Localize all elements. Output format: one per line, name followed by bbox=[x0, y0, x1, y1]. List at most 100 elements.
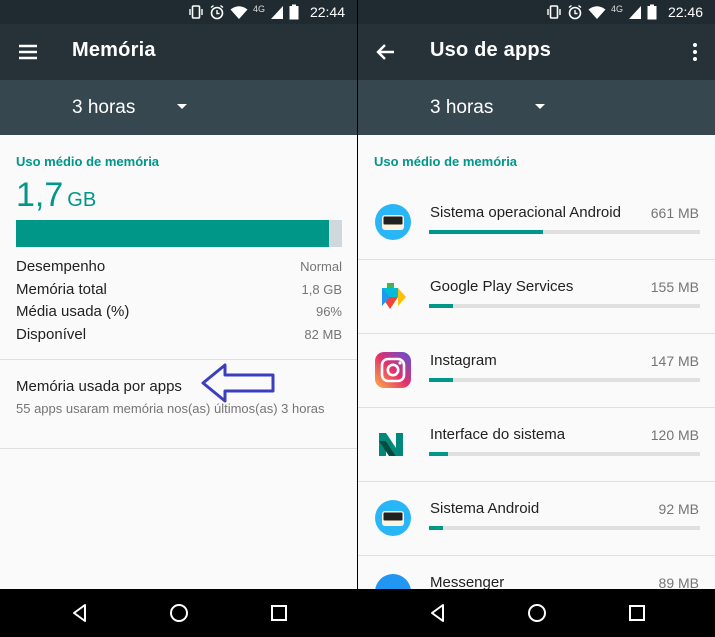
android-os-icon bbox=[375, 204, 411, 240]
app-name: Interface do sistema bbox=[430, 426, 566, 443]
stat-label: Desempenho bbox=[16, 258, 106, 275]
status-time: 22:44 bbox=[309, 4, 345, 20]
apps-link-title: Memória usada por apps bbox=[16, 378, 182, 395]
stat-row-performance: Desempenho Normal bbox=[16, 258, 342, 281]
memory-stats: Desempenho Normal Memória total 1,8 GB M… bbox=[16, 258, 342, 348]
system-nav-bar bbox=[358, 589, 715, 637]
menu-icon[interactable] bbox=[14, 38, 42, 66]
average-memory-number: 1,7 bbox=[16, 176, 64, 214]
app-size: 147 MB bbox=[650, 353, 699, 369]
section-title: Uso médio de memória bbox=[16, 154, 160, 169]
memory-used-by-apps-item[interactable]: Memória usada por apps 55 apps usaram me… bbox=[0, 360, 357, 449]
wifi-icon bbox=[230, 5, 248, 19]
app-name: Sistema operacional Android bbox=[430, 204, 621, 221]
memory-usage-bar bbox=[16, 220, 342, 247]
app-usage-fill bbox=[429, 452, 448, 456]
app-row-instagram[interactable]: Instagram 147 MB bbox=[358, 334, 715, 408]
recents-nav-icon[interactable] bbox=[625, 601, 649, 625]
app-toolbar: Memória bbox=[0, 24, 357, 80]
dropdown-caret-icon bbox=[535, 104, 545, 109]
back-nav-icon[interactable] bbox=[426, 601, 450, 625]
stat-value: 1,8 GB bbox=[301, 281, 342, 297]
app-usage-bar bbox=[429, 304, 700, 308]
period-selector-value: 3 horas bbox=[72, 97, 136, 118]
average-memory-unit: GB bbox=[67, 189, 97, 211]
stat-row-total: Memória total 1,8 GB bbox=[16, 281, 342, 304]
app-usage-screen: 4G 22:46 Uso de apps 3 horas Uso médio d… bbox=[358, 0, 715, 637]
app-usage-fill bbox=[429, 526, 443, 530]
app-row-system-ui[interactable]: Interface do sistema 120 MB bbox=[358, 408, 715, 482]
page-title: Memória bbox=[72, 39, 156, 61]
back-nav-icon[interactable] bbox=[68, 601, 92, 625]
stat-value: 82 MB bbox=[304, 326, 342, 342]
stat-value: Normal bbox=[300, 259, 342, 274]
back-arrow-icon[interactable] bbox=[372, 38, 400, 66]
status-bar: 4G 22:46 bbox=[358, 0, 715, 24]
app-row-google-play-services[interactable]: Google Play Services 155 MB bbox=[358, 260, 715, 334]
signal-icon bbox=[270, 5, 283, 19]
divider bbox=[0, 448, 357, 449]
app-size: 120 MB bbox=[650, 427, 699, 443]
period-selector[interactable]: 3 horas bbox=[0, 80, 357, 135]
app-size: 661 MB bbox=[650, 205, 699, 221]
network-type-label: 4G bbox=[610, 4, 623, 14]
app-usage-list: Uso médio de memória Sistema operacional… bbox=[358, 135, 715, 589]
alarm-icon bbox=[210, 4, 224, 20]
app-size: 92 MB bbox=[658, 501, 699, 517]
stat-row-available: Disponível 82 MB bbox=[16, 326, 342, 349]
app-usage-fill bbox=[429, 230, 543, 234]
stat-value: 96% bbox=[315, 304, 342, 319]
stat-label: Média usada (%) bbox=[16, 303, 130, 320]
memory-usage-fill bbox=[16, 220, 329, 247]
app-toolbar: Uso de apps bbox=[358, 24, 715, 80]
network-type-label: 4G bbox=[252, 4, 265, 14]
app-size: 155 MB bbox=[650, 279, 699, 295]
app-usage-bar bbox=[429, 230, 700, 234]
app-usage-bar bbox=[429, 526, 700, 530]
recents-nav-icon[interactable] bbox=[267, 601, 291, 625]
page-title: Uso de apps bbox=[430, 39, 552, 61]
app-name: Messenger bbox=[430, 574, 505, 589]
period-selector-value: 3 horas bbox=[430, 97, 494, 118]
apps-link-subtitle: 55 apps usaram memória nos(as) últimos(a… bbox=[16, 401, 325, 416]
average-memory-value: 1,7 GB bbox=[16, 176, 96, 215]
alarm-icon bbox=[568, 4, 582, 20]
stat-row-average-used: Média usada (%) 96% bbox=[16, 303, 342, 326]
home-nav-icon[interactable] bbox=[525, 601, 549, 625]
stat-label: Disponível bbox=[16, 325, 87, 343]
app-row-android-system[interactable]: Sistema Android 92 MB bbox=[358, 482, 715, 556]
app-name: Sistema Android bbox=[430, 500, 540, 517]
battery-icon bbox=[289, 4, 299, 20]
app-name: Instagram bbox=[430, 352, 497, 369]
app-usage-fill bbox=[429, 378, 454, 382]
section-title: Uso médio de memória bbox=[374, 154, 518, 169]
messenger-icon bbox=[375, 574, 411, 589]
period-selector[interactable]: 3 horas bbox=[358, 80, 715, 135]
play-services-icon bbox=[382, 283, 406, 309]
pointer-arrow-icon bbox=[201, 363, 275, 403]
more-options-icon[interactable] bbox=[683, 40, 707, 64]
signal-icon bbox=[628, 5, 641, 19]
stat-label: Memória total bbox=[16, 280, 107, 298]
dropdown-caret-icon bbox=[177, 104, 187, 109]
app-name: Google Play Services bbox=[430, 278, 574, 295]
instagram-icon bbox=[375, 352, 411, 388]
app-row-messenger[interactable]: Messenger 89 MB bbox=[358, 556, 715, 589]
system-ui-icon bbox=[379, 433, 403, 456]
app-row-android-os[interactable]: Sistema operacional Android 661 MB bbox=[358, 186, 715, 260]
app-size: 89 MB bbox=[658, 575, 699, 589]
home-nav-icon[interactable] bbox=[167, 601, 191, 625]
vibrate-icon bbox=[547, 5, 561, 19]
vibrate-icon bbox=[189, 5, 203, 19]
status-time: 22:46 bbox=[667, 4, 703, 20]
memory-content: Uso médio de memória 1,7 GB Desempenho No… bbox=[0, 135, 357, 589]
status-bar: 4G 22:44 bbox=[0, 0, 357, 24]
system-nav-bar bbox=[0, 589, 357, 637]
app-usage-fill bbox=[429, 304, 454, 308]
android-system-icon bbox=[375, 500, 411, 536]
app-usage-bar bbox=[429, 378, 700, 382]
app-usage-bar bbox=[429, 452, 700, 456]
memory-screen: 4G 22:44 Memória 3 horas Uso médio de me… bbox=[0, 0, 357, 637]
battery-icon bbox=[647, 4, 657, 20]
wifi-icon bbox=[588, 5, 606, 19]
